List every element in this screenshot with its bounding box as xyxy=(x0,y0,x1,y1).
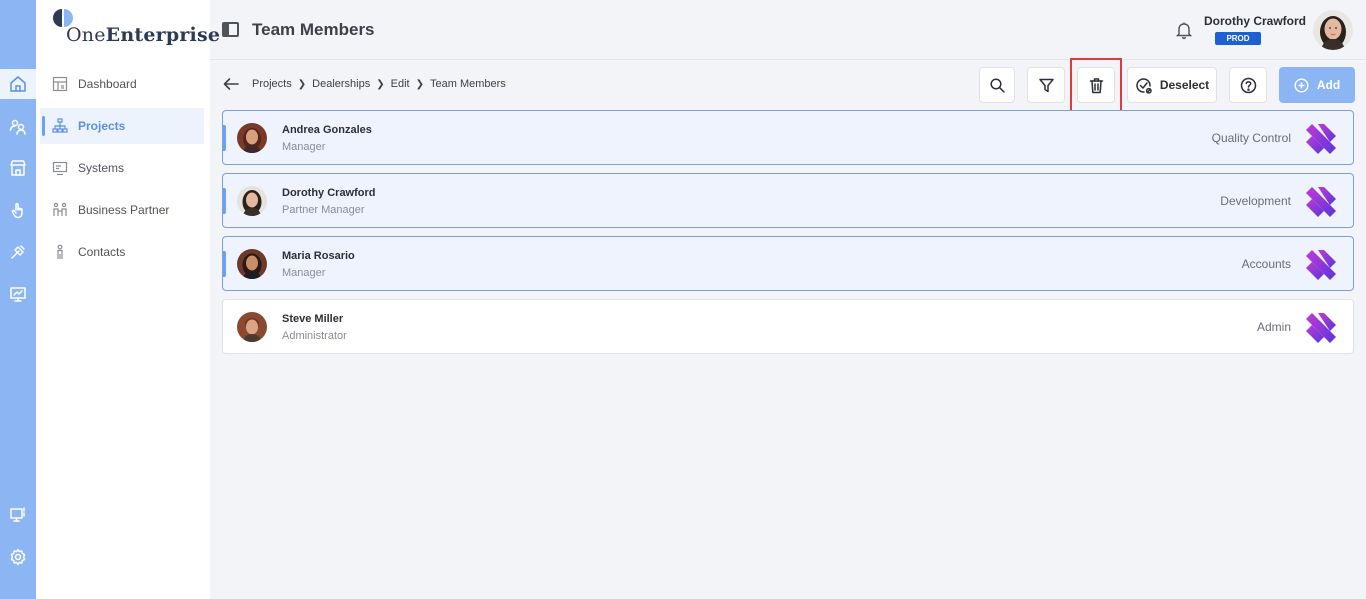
avatar xyxy=(237,123,267,153)
remote-monitor-icon[interactable] xyxy=(0,499,36,529)
home-icon[interactable] xyxy=(0,69,36,99)
back-arrow-icon[interactable] xyxy=(223,77,239,91)
logo-prefix: One xyxy=(66,24,106,46)
list-item[interactable]: Steve Miller Administrator Admin xyxy=(222,299,1354,354)
department-logo-icon xyxy=(1306,313,1336,343)
sidebar-item-dashboard[interactable]: Dashboard xyxy=(40,66,204,102)
sidebar-item-label: Contacts xyxy=(78,245,126,259)
breadcrumb-edit[interactable]: Edit xyxy=(391,78,410,90)
member-department: Accounts xyxy=(1241,257,1291,271)
monitor-chart-icon[interactable] xyxy=(0,279,36,309)
sidebar-item-label: Projects xyxy=(78,119,126,133)
department-logo-icon xyxy=(1306,124,1336,154)
top-header: Team Members Dorothy Crawford PROD xyxy=(210,0,1366,60)
sidebar-item-label: Systems xyxy=(78,161,125,175)
search-button[interactable] xyxy=(979,67,1015,103)
page-title: Team Members xyxy=(252,20,375,39)
avatar[interactable] xyxy=(1313,10,1353,50)
sidebar-item-contacts[interactable]: Contacts xyxy=(40,234,204,270)
icon-rail xyxy=(0,0,36,599)
breadcrumb-projects[interactable]: Projects xyxy=(252,78,292,90)
add-label: Add xyxy=(1316,78,1341,92)
sidebar-toggle-icon[interactable] xyxy=(222,22,239,37)
list-item[interactable]: Andrea Gonzales Manager Quality Control xyxy=(222,110,1354,165)
hierarchy-icon xyxy=(52,118,68,133)
sidebar-item-label: Dashboard xyxy=(78,77,137,91)
member-name: Andrea Gonzales xyxy=(282,124,372,136)
add-button[interactable]: Add xyxy=(1279,67,1355,103)
member-name: Dorothy Crawford xyxy=(282,187,376,199)
filter-button[interactable] xyxy=(1027,67,1065,103)
user-name[interactable]: Dorothy Crawford xyxy=(1204,14,1306,28)
breadcrumb-dealerships[interactable]: Dealerships xyxy=(312,78,370,90)
touch-icon[interactable] xyxy=(0,195,36,225)
breadcrumb-separator-icon: ❯ xyxy=(297,78,307,90)
member-role: Manager xyxy=(282,267,326,279)
member-department: Development xyxy=(1220,194,1291,208)
breadcrumb: Projects ❯ Dealerships ❯ Edit ❯ Team Mem… xyxy=(252,78,506,90)
department-logo-icon xyxy=(1306,187,1336,217)
member-department: Admin xyxy=(1256,320,1291,334)
sidebar-item-projects[interactable]: Projects xyxy=(40,108,204,144)
systems-icon xyxy=(52,161,68,176)
sidebar: OneEnterprise Dashboard Projects Systems… xyxy=(36,0,220,599)
help-button[interactable] xyxy=(1229,67,1267,103)
department-logo-icon xyxy=(1306,250,1336,280)
dashboard-icon xyxy=(52,76,68,92)
help-icon xyxy=(1240,77,1256,93)
member-name: Steve Miller xyxy=(282,313,344,325)
breadcrumb-team-members: Team Members xyxy=(429,78,506,90)
search-icon xyxy=(989,77,1005,93)
avatar xyxy=(237,186,267,216)
member-role: Partner Manager xyxy=(282,204,365,216)
deselect-label: Deselect xyxy=(1159,78,1210,92)
app-logo: OneEnterprise xyxy=(52,9,220,46)
breadcrumb-separator-icon: ❯ xyxy=(415,78,424,90)
sidebar-nav: Dashboard Projects Systems Business Part… xyxy=(40,66,204,276)
person-icon xyxy=(57,244,63,259)
store-icon[interactable] xyxy=(0,153,36,183)
list-item[interactable]: Dorothy Crawford Partner Manager Develop… xyxy=(222,173,1354,228)
member-role: Administrator xyxy=(282,330,347,342)
logo-text: OneEnterprise xyxy=(66,24,220,46)
delete-button[interactable] xyxy=(1077,67,1115,103)
logo-suffix: Enterprise xyxy=(105,24,221,46)
tools-icon[interactable] xyxy=(0,237,36,267)
member-list: Andrea Gonzales Manager Quality Control … xyxy=(222,110,1354,362)
environment-badge: PROD xyxy=(1215,32,1261,45)
breadcrumb-separator-icon: ❯ xyxy=(376,78,385,90)
settings-icon[interactable] xyxy=(0,542,36,572)
avatar xyxy=(237,249,267,279)
member-department: Quality Control xyxy=(1211,131,1291,145)
trash-icon xyxy=(1089,77,1103,93)
notification-bell-icon[interactable] xyxy=(1174,20,1194,40)
users-icon[interactable] xyxy=(0,111,36,141)
partners-icon xyxy=(53,202,67,216)
member-role: Manager xyxy=(282,141,326,153)
deselect-check-icon xyxy=(1136,77,1152,94)
list-item[interactable]: Maria Rosario Manager Accounts xyxy=(222,236,1354,291)
member-name: Maria Rosario xyxy=(282,250,355,262)
sidebar-item-label: Business Partner xyxy=(78,203,170,217)
sidebar-item-business-partner[interactable]: Business Partner xyxy=(40,192,204,228)
avatar xyxy=(237,312,267,342)
deselect-button[interactable]: Deselect xyxy=(1127,67,1217,103)
sidebar-item-systems[interactable]: Systems xyxy=(40,150,204,186)
filter-icon xyxy=(1038,78,1054,92)
plus-circle-icon xyxy=(1294,77,1309,93)
